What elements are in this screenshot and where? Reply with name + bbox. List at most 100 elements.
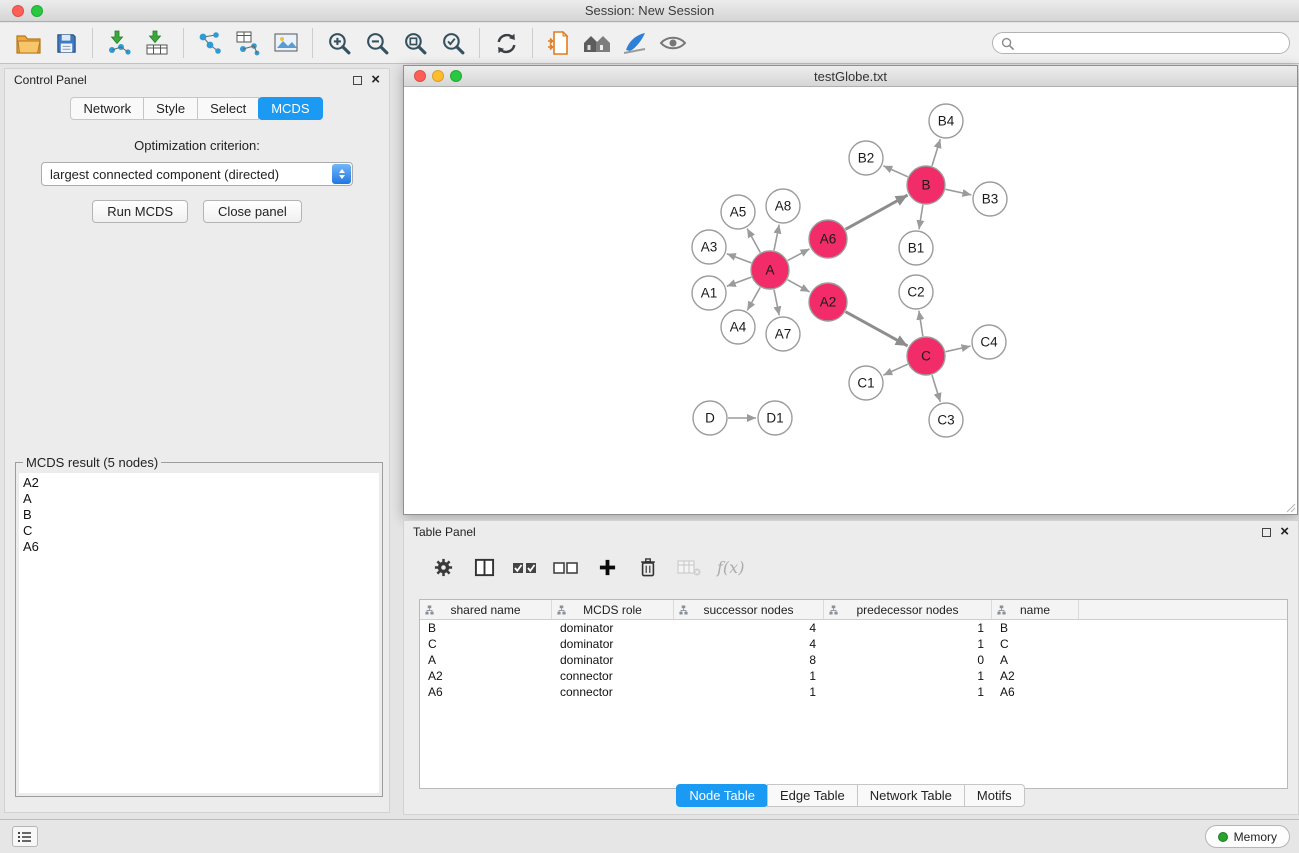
show-panels-button[interactable] bbox=[12, 826, 38, 847]
graph-edge-A-A7[interactable] bbox=[774, 290, 779, 316]
search-input[interactable] bbox=[1019, 36, 1281, 50]
graph-node-B4[interactable]: B4 bbox=[929, 104, 963, 138]
graph-edge-C-C1[interactable] bbox=[883, 364, 908, 375]
graph-node-C3[interactable]: C3 bbox=[929, 403, 963, 437]
tab-node-table[interactable]: Node Table bbox=[676, 784, 768, 807]
style-brush-button[interactable] bbox=[616, 26, 654, 60]
tab-motifs[interactable]: Motifs bbox=[964, 784, 1025, 807]
tab-network-table[interactable]: Network Table bbox=[857, 784, 965, 807]
table-row[interactable]: A6connector11A6 bbox=[420, 684, 1287, 700]
zoom-window-button[interactable] bbox=[31, 5, 43, 17]
graph-node-D[interactable]: D bbox=[693, 401, 727, 435]
result-item[interactable]: A bbox=[23, 491, 375, 507]
graph-edge-A-A6[interactable] bbox=[788, 249, 810, 261]
graph-edge-A-A1[interactable] bbox=[727, 277, 752, 286]
graph-node-C1[interactable]: C1 bbox=[849, 366, 883, 400]
table-cell[interactable]: connector bbox=[552, 668, 674, 684]
float-panel-button[interactable] bbox=[353, 76, 362, 85]
graph-node-A3[interactable]: A3 bbox=[692, 230, 726, 264]
tab-mcds[interactable]: MCDS bbox=[258, 97, 322, 120]
table-cell[interactable]: 4 bbox=[674, 636, 824, 652]
criterion-dropdown[interactable]: largest connected component (directed) bbox=[41, 162, 353, 186]
graph-edge-C-C4[interactable] bbox=[946, 346, 971, 352]
table-row[interactable]: Adominator80A bbox=[420, 652, 1287, 668]
table-cell[interactable]: A2 bbox=[992, 668, 1079, 684]
column-header-predecessor-nodes[interactable]: predecessor nodes bbox=[824, 600, 992, 619]
home-button[interactable] bbox=[578, 26, 616, 60]
tab-edge-table[interactable]: Edge Table bbox=[767, 784, 858, 807]
tab-network[interactable]: Network bbox=[70, 97, 144, 120]
import-network-button[interactable] bbox=[100, 26, 138, 60]
import-table-button[interactable] bbox=[138, 26, 176, 60]
table-cell[interactable]: 1 bbox=[824, 684, 992, 700]
close-network-window-button[interactable] bbox=[414, 70, 426, 82]
minimize-network-window-button[interactable] bbox=[432, 70, 444, 82]
network-document-button[interactable] bbox=[540, 26, 578, 60]
close-window-button[interactable] bbox=[12, 5, 24, 17]
run-mcds-button[interactable]: Run MCDS bbox=[92, 200, 188, 223]
tab-style[interactable]: Style bbox=[143, 97, 198, 120]
deselect-all-button[interactable] bbox=[553, 555, 579, 581]
table-cell[interactable]: B bbox=[420, 620, 552, 636]
network-canvas[interactable]: AA6A2BCA5A8A3A1A4A7B2B4B3B1C2C4C1C3DD1 bbox=[404, 87, 1297, 514]
add-column-button[interactable] bbox=[594, 555, 620, 581]
delete-column-button[interactable] bbox=[635, 555, 661, 581]
graph-edge-A-A5[interactable] bbox=[747, 229, 760, 253]
function-builder-button[interactable]: f(x) bbox=[717, 558, 744, 577]
table-cell[interactable]: 0 bbox=[824, 652, 992, 668]
memory-button[interactable]: Memory bbox=[1205, 825, 1290, 848]
graph-node-B1[interactable]: B1 bbox=[899, 231, 933, 265]
graph-node-C2[interactable]: C2 bbox=[899, 275, 933, 309]
graph-edge-B-B4[interactable] bbox=[932, 139, 940, 166]
graph-node-B3[interactable]: B3 bbox=[973, 182, 1007, 216]
column-header-name[interactable]: name bbox=[992, 600, 1079, 619]
graph-node-B[interactable]: B bbox=[907, 166, 945, 204]
table-cell[interactable]: A bbox=[992, 652, 1079, 668]
graph-node-A5[interactable]: A5 bbox=[721, 195, 755, 229]
result-item[interactable]: B bbox=[23, 507, 375, 523]
table-cell[interactable]: dominator bbox=[552, 620, 674, 636]
graph-node-A6[interactable]: A6 bbox=[809, 220, 847, 258]
graph-edge-B-B2[interactable] bbox=[883, 166, 908, 177]
graph-node-D1[interactable]: D1 bbox=[758, 401, 792, 435]
graph-edge-A-A4[interactable] bbox=[747, 287, 760, 310]
zoom-out-button[interactable] bbox=[358, 26, 396, 60]
graph-node-A7[interactable]: A7 bbox=[766, 317, 800, 351]
table-cell[interactable]: A2 bbox=[420, 668, 552, 684]
table-cell[interactable]: 8 bbox=[674, 652, 824, 668]
table-cell[interactable]: dominator bbox=[552, 636, 674, 652]
result-item[interactable]: A6 bbox=[23, 539, 375, 555]
zoom-network-window-button[interactable] bbox=[450, 70, 462, 82]
graph-edge-A6-B[interactable] bbox=[846, 195, 908, 229]
zoom-fit-button[interactable] bbox=[396, 26, 434, 60]
table-cell[interactable]: B bbox=[992, 620, 1079, 636]
table-cell[interactable]: A bbox=[420, 652, 552, 668]
graph-node-A[interactable]: A bbox=[751, 251, 789, 289]
zoom-selected-button[interactable] bbox=[434, 26, 472, 60]
close-panel-button-mcds[interactable]: Close panel bbox=[203, 200, 302, 223]
table-row[interactable]: Cdominator41C bbox=[420, 636, 1287, 652]
new-network-button[interactable] bbox=[191, 26, 229, 60]
graph-node-A2[interactable]: A2 bbox=[809, 283, 847, 321]
graph-edge-C-C2[interactable] bbox=[919, 311, 923, 336]
network-table-button[interactable] bbox=[229, 26, 267, 60]
table-cell[interactable]: C bbox=[992, 636, 1079, 652]
column-header-MCDS-role[interactable]: MCDS role bbox=[552, 600, 674, 619]
table-settings-button[interactable] bbox=[430, 555, 456, 581]
graph-edge-A2-C[interactable] bbox=[846, 312, 908, 346]
close-table-panel-button[interactable]: × bbox=[1280, 527, 1289, 537]
table-cell[interactable]: 1 bbox=[674, 668, 824, 684]
table-cell[interactable]: connector bbox=[552, 684, 674, 700]
graph-node-A8[interactable]: A8 bbox=[766, 189, 800, 223]
table-cell[interactable]: dominator bbox=[552, 652, 674, 668]
table-cell[interactable]: 4 bbox=[674, 620, 824, 636]
graph-edge-A-A3[interactable] bbox=[727, 254, 752, 263]
table-cell[interactable]: A6 bbox=[420, 684, 552, 700]
graph-node-A4[interactable]: A4 bbox=[721, 310, 755, 344]
column-header-shared-name[interactable]: shared name bbox=[420, 600, 552, 619]
network-window-titlebar[interactable]: testGlobe.txt bbox=[404, 66, 1297, 87]
table-row[interactable]: Bdominator41B bbox=[420, 620, 1287, 636]
result-item[interactable]: A2 bbox=[23, 475, 375, 491]
table-cell[interactable]: A6 bbox=[992, 684, 1079, 700]
network-graph[interactable]: AA6A2BCA5A8A3A1A4A7B2B4B3B1C2C4C1C3DD1 bbox=[404, 87, 1297, 514]
